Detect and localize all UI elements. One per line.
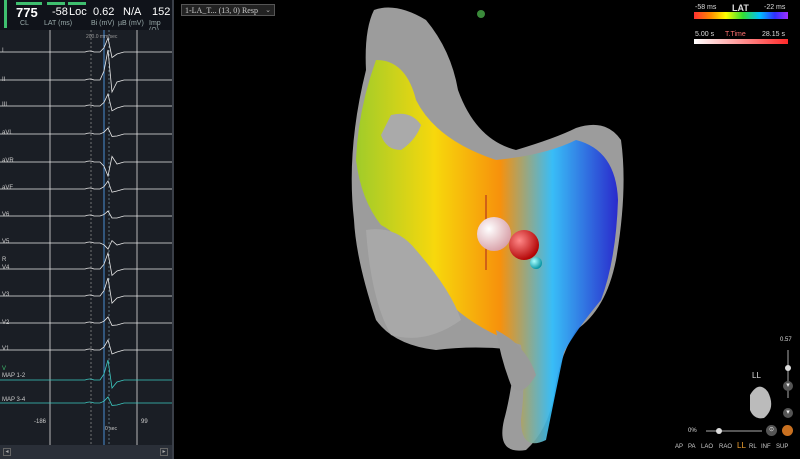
ecg-trace-ii — [0, 49, 172, 94]
loc-value: Loc — [69, 6, 87, 18]
trace-group — [0, 36, 172, 406]
view-lao-button[interactable]: LAO — [701, 444, 713, 450]
ttime-legend-min: 5.00 s — [695, 31, 715, 38]
lead-label-ii: II — [2, 77, 6, 83]
ttime-legend-title: T.Time — [725, 31, 746, 38]
lat-indicator-bar — [47, 2, 65, 5]
view-rl-button[interactable]: RL — [749, 444, 757, 450]
ecg-trace-avr — [0, 155, 172, 178]
time-label: 0 sec — [105, 426, 117, 432]
opacity-value: 0.57 — [780, 337, 792, 343]
ecg-trace-area[interactable]: 200.0 mm/sec I II III aVL aVR aVF V6 V5 … — [0, 30, 172, 445]
window-right-value: 99 — [141, 419, 148, 425]
catheter-sphere-cyan — [530, 257, 542, 269]
ecg-trace-iii — [0, 92, 172, 112]
lead-label-v4: V4 — [2, 265, 10, 271]
v-marker: V — [2, 366, 7, 372]
lat-legend-min: -58 ms — [695, 4, 717, 11]
ecg-trace-v2 — [0, 316, 172, 326]
scroll-left-icon[interactable]: ◂ — [3, 448, 11, 456]
r-marker: R — [2, 257, 7, 263]
lead-label-v1: V1 — [2, 346, 10, 352]
3d-map-canvas[interactable]: 1-LA_T... (13, 0) Resp ⌄ -58 ms LAT -22 … — [176, 0, 800, 459]
lead-label-v3: V3 — [2, 292, 10, 298]
uni-value: N/A — [123, 6, 142, 18]
cl-side-indicator — [4, 0, 7, 28]
window-left-value: -186 — [34, 419, 47, 425]
lat-label: LAT (ms) — [44, 20, 73, 27]
catheter-sphere-pink — [477, 217, 511, 251]
lead-label-avf: aVF — [2, 185, 14, 191]
catheter-sphere-red — [509, 230, 539, 260]
lead-label-v6: V6 — [2, 212, 10, 218]
bi-label: Bi (mV) — [91, 20, 115, 27]
opacity-up-icon[interactable]: ▾ — [783, 408, 793, 418]
ecg-trace-v6 — [0, 210, 172, 219]
zoom-value: 0% — [688, 428, 697, 434]
ecg-traces-svg — [0, 30, 172, 445]
zoom-slider-thumb — [716, 428, 722, 434]
lead-label-avl: aVL — [2, 130, 13, 136]
record-icon[interactable] — [782, 425, 793, 436]
lead-label-iii: III — [2, 102, 8, 108]
anatomy-svg — [351, 7, 791, 451]
view-pa-button[interactable]: PA — [688, 444, 696, 450]
lead-label-i: I — [2, 48, 4, 54]
ecg-trace-v1 — [0, 338, 172, 355]
ecg-trace-i — [0, 36, 172, 59]
lat-legend-max: -22 ms — [764, 4, 786, 11]
view-ll-button[interactable]: LL — [737, 441, 746, 450]
stats-header: 775 CL -58 LAT (ms) Loc 0.62 Bi (mV) N/A… — [0, 0, 172, 34]
ecg-trace-v4 — [0, 251, 172, 277]
speed-label: 200.0 mm/sec — [86, 34, 118, 40]
ttime-legend-max: 28.15 s — [762, 31, 785, 38]
map-selector[interactable]: 1-LA_T... (13, 0) Resp ⌄ — [181, 4, 275, 16]
trace-scrollbar[interactable]: ◂ ▸ — [0, 445, 172, 459]
scroll-right-icon[interactable]: ▸ — [160, 448, 168, 456]
imp-value: 152 — [152, 6, 171, 18]
lead-label-map34: MAP 3-4 — [2, 397, 26, 403]
bi-value: 0.62 — [93, 6, 115, 18]
lead-label-v2: V2 — [2, 320, 10, 326]
ttime-legend-gradient — [694, 39, 788, 44]
cl-label: CL — [20, 20, 29, 27]
map-selector-value: 1-LA_T... (13, 0) Resp — [185, 6, 258, 15]
chevron-down-icon[interactable]: ⌄ — [265, 6, 271, 14]
orientation-heart — [750, 386, 772, 419]
view-rao-button[interactable]: RAO — [719, 444, 732, 450]
view-sup-button[interactable]: SUP — [776, 444, 788, 450]
loc-indicator-bar — [68, 2, 86, 5]
ecg-trace-map-3-4 — [0, 396, 172, 406]
lead-label-avr: aVR — [2, 158, 14, 164]
view-ap-button[interactable]: AP — [675, 444, 683, 450]
uni-label: µB (mV) — [118, 20, 144, 27]
signal-panel: 775 CL -58 LAT (ms) Loc 0.62 Bi (mV) N/A… — [0, 0, 174, 459]
lead-label-v5: V5 — [2, 239, 10, 245]
lat-legend-gradient — [694, 12, 788, 19]
lat-legend-title: LAT — [732, 3, 749, 13]
zoom-reset-icon[interactable]: ⊙ — [766, 425, 777, 436]
ecg-trace-avl — [0, 127, 172, 137]
orientation-dot — [477, 10, 485, 18]
ecg-trace-map-1-2 — [0, 359, 172, 389]
ecg-trace-v3 — [0, 277, 172, 305]
cl-value: 775 — [16, 5, 38, 20]
view-inf-button[interactable]: INF — [761, 444, 771, 450]
ecg-trace-avf — [0, 180, 172, 193]
lead-label-map12: MAP 1-2 — [2, 373, 26, 379]
opacity-slider-thumb — [785, 365, 791, 371]
ecg-trace-v5 — [0, 239, 172, 250]
opacity-down-icon[interactable]: ▾ — [783, 381, 793, 391]
lat-value: -58 — [52, 6, 68, 18]
orientation-label: LL — [752, 371, 761, 380]
